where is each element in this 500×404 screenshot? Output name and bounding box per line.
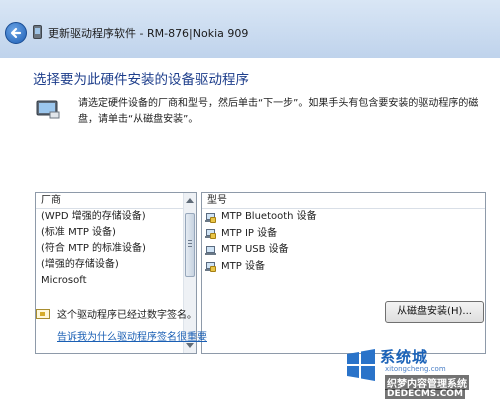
title-bar: 更新驱动程序软件 - RM-876|Nokia 909 (0, 0, 500, 59)
model-item-label: MTP IP 设备 (221, 227, 278, 239)
watermark-domain: xitongcheng.com (385, 365, 446, 373)
manufacturer-item[interactable]: (增强的存储设备) (36, 257, 196, 273)
arrow-left-icon (10, 27, 22, 39)
watermark: 系统城 xitongcheng.com 织梦内容管理系统 DEDECMS.COM (340, 344, 500, 404)
watermark-tagline: 织梦内容管理系统 (385, 375, 469, 390)
scroll-up-icon[interactable] (186, 198, 194, 203)
signature-info-link[interactable]: 告诉我为什么驱动程序签名很重要 (57, 328, 207, 343)
model-item-label: MTP 设备 (221, 260, 265, 272)
certificate-icon (36, 309, 50, 319)
watermark-name: 系统城 (380, 348, 429, 366)
certificate-device-icon (205, 212, 217, 223)
device-icon (205, 245, 217, 256)
windows-logo-icon (347, 349, 375, 381)
model-item-label: MTP Bluetooth 设备 (221, 211, 317, 223)
model-item[interactable]: MTP USB 设备 (202, 242, 485, 259)
window-title: 更新驱动程序软件 - RM-876|Nokia 909 (48, 27, 249, 40)
back-button[interactable] (5, 22, 27, 44)
certificate-device-icon (205, 261, 217, 273)
scroll-thumb[interactable] (185, 213, 195, 277)
hardware-icon (36, 100, 60, 119)
model-header: 型号 (202, 193, 485, 209)
model-item-label: MTP USB 设备 (221, 244, 289, 256)
have-disk-button[interactable]: 从磁盘安装(H)... (385, 301, 484, 323)
certificate-device-icon (205, 228, 217, 240)
phone-icon (33, 25, 42, 39)
manufacturer-item[interactable]: (WPD 增强的存储设备) (36, 209, 196, 225)
signature-status: 这个驱动程序已经过数字签名。 (57, 310, 197, 321)
model-item[interactable]: MTP Bluetooth 设备 (202, 209, 485, 226)
manufacturer-item[interactable]: (符合 MTP 的标准设备) (36, 241, 196, 257)
manufacturer-item[interactable]: Microsoft (36, 273, 196, 289)
manufacturer-item[interactable]: (标准 MTP 设备) (36, 225, 196, 241)
scroll-down-icon[interactable] (186, 343, 194, 348)
page-heading: 选择要为此硬件安装的设备驱动程序 (33, 72, 249, 88)
model-list[interactable]: 型号 MTP Bluetooth 设备 MTP IP 设备 MTP USB 设备… (201, 192, 486, 354)
model-item[interactable]: MTP 设备 (202, 259, 485, 276)
watermark-url: DEDECMS.COM (385, 389, 465, 399)
instruction-text: 请选定硬件设备的厂商和型号，然后单击“下一步”。如果手头有包含要安装的驱动程序的… (78, 98, 479, 125)
model-item[interactable]: MTP IP 设备 (202, 226, 485, 243)
manufacturer-header: 厂商 (36, 193, 196, 209)
